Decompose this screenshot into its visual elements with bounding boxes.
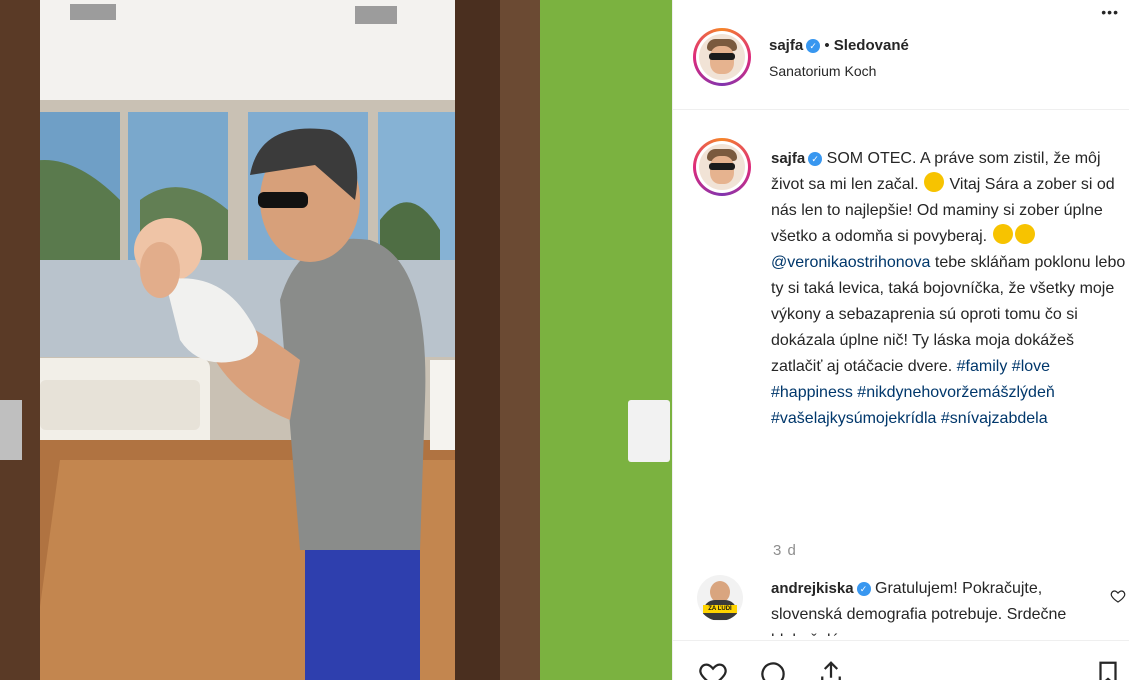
like-heart-icon[interactable] [695,659,731,680]
hashtag-link[interactable]: #happiness [771,384,853,401]
save-bookmark-icon[interactable] [1093,659,1123,680]
post-timestamp[interactable]: 3 d [773,542,797,559]
hashtag-link[interactable]: #family [957,358,1008,375]
photo-illustration [0,0,672,680]
hashtag-link[interactable]: #love [1012,358,1050,375]
post-header: sajfa ✓ • Sledované Sanatorium Koch ••• [673,0,1129,110]
emoji-icon [924,172,945,192]
like-comment-heart-icon[interactable] [1110,588,1126,604]
author-avatar[interactable] [693,28,751,86]
verified-badge-icon: ✓ [808,151,823,166]
author-username[interactable]: sajfa [769,37,803,54]
post-photo[interactable] [0,0,672,680]
share-icon[interactable] [813,659,849,680]
follow-separator: • [820,37,834,54]
more-horizontal-icon[interactable]: ••• [1101,4,1119,20]
post-caption: sajfa ✓ SOM OTEC. A práve som zistil, že … [771,146,1126,432]
caption-author-avatar[interactable] [693,138,751,196]
follow-status-button[interactable]: Sledované [834,37,909,54]
comment-item: andrejkiska ✓ Gratulujem! Pokračujte, slo… [771,576,1101,636]
caption-username[interactable]: sajfa [771,150,805,167]
hashtag-link[interactable]: #nikdynehovoržemášzlýdeň [857,384,1054,401]
caption-text-3: tebe skláňam poklonu lebo ty si taká lev… [771,254,1126,375]
author-line: sajfa ✓ • Sledované [769,37,909,54]
hashtag-link[interactable]: #snívajzabdela [941,410,1048,427]
hashtag-link[interactable]: #vašelajkysúmojekrídla [771,410,936,427]
verified-badge-icon: ✓ [806,39,821,54]
mention-link[interactable]: @veronikaostrihonova [771,254,930,271]
comment-bubble-icon[interactable] [755,659,791,680]
commenter-avatar[interactable]: ZA ĽUDÍ [697,575,743,621]
thumbs-up-emoji-icon [1014,224,1035,244]
post-actions-bar [673,640,1129,680]
commenter-username[interactable]: andrejkiska [771,580,854,597]
pray-emoji-icon [992,224,1013,244]
verified-badge-icon: ✓ [856,581,871,596]
post-details-panel: sajfa ✓ • Sledované Sanatorium Koch ••• s… [672,0,1129,680]
commenter-avatar-badge: ZA ĽUDÍ [703,605,737,613]
location-link[interactable]: Sanatorium Koch [769,63,876,79]
